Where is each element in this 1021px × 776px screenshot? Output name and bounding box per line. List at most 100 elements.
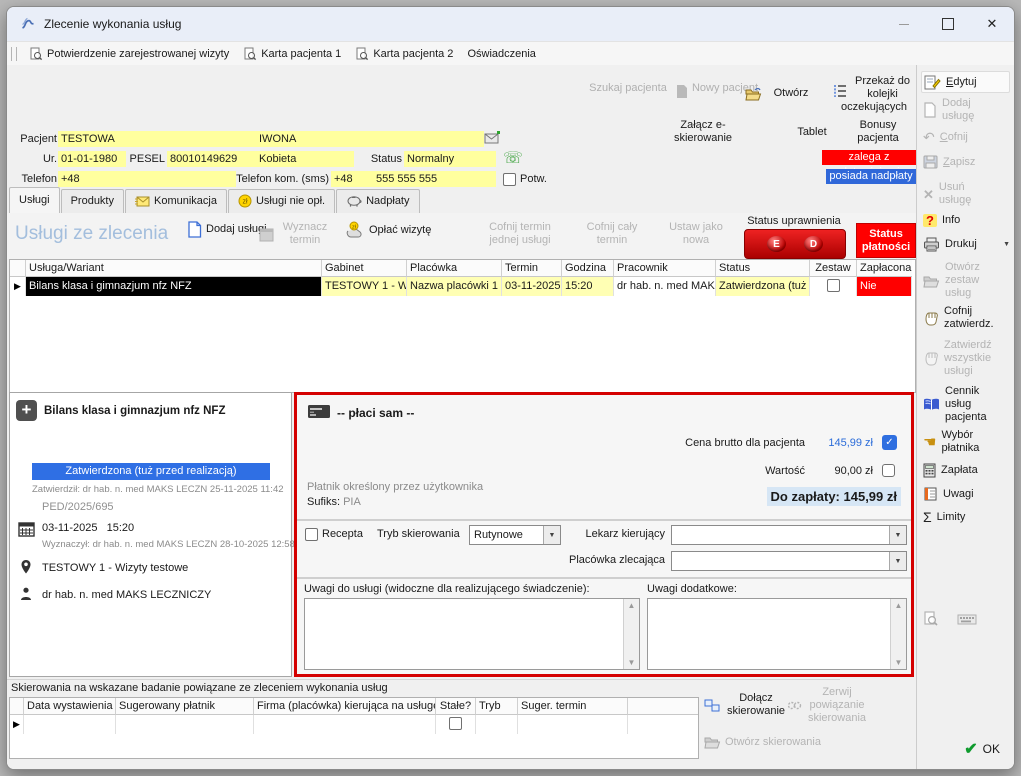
tab-produkty[interactable]: Produkty xyxy=(61,189,124,213)
referral-mode-select[interactable]: Rutynowe▼ xyxy=(469,525,561,545)
sidebar-item-wybor-platnika[interactable]: ☚ Wybór płatnika xyxy=(923,429,1010,455)
first-name-field[interactable]: IWONA xyxy=(256,131,484,147)
mobile-field[interactable]: 555 555 555 xyxy=(373,171,496,187)
set-as-new-button[interactable]: Ustaw jako nowa xyxy=(659,221,733,247)
ordering-facility-select[interactable]: ▼ xyxy=(671,551,907,571)
minimize-button[interactable] xyxy=(882,7,926,41)
cell-termin[interactable]: 03-11-2025 xyxy=(502,277,562,296)
dropdown-arrow-icon[interactable]: ▼ xyxy=(1003,238,1010,251)
search-patient-button[interactable]: Szukaj pacjenta xyxy=(589,82,667,95)
attach-ereferral-button[interactable]: Załącz e-skierowanie xyxy=(653,119,753,145)
open-referrals-button[interactable]: Otwórz skierowania xyxy=(704,735,821,749)
phone-icon[interactable]: ☏ xyxy=(503,151,523,167)
sidebar-item-otworz-zestaw-uslug[interactable]: Otwórz zestaw usług xyxy=(923,261,1010,300)
tab-komunikacja[interactable]: Komunikacja xyxy=(125,189,227,213)
menu-oswiadczenia[interactable]: Oświadczenia xyxy=(460,42,542,65)
dropdown-arrow-icon[interactable]: ▼ xyxy=(543,526,560,544)
set-appointment-button[interactable]: Wyznacz termin xyxy=(259,221,331,247)
scrollbar[interactable]: ▲▼ xyxy=(890,599,906,669)
phone-field[interactable] xyxy=(100,171,236,187)
header-stale[interactable]: Stałe? xyxy=(436,698,476,715)
payment-arrears-badge[interactable]: zalega z płatnościami xyxy=(822,150,916,165)
sidebar-item-zatwierdz-wszystkie[interactable]: Zatwierdź wszystkie usługi xyxy=(923,339,1010,378)
attach-referral-button[interactable]: Dołącz skierowanie xyxy=(704,692,788,718)
sidebar-item-zaplata[interactable]: Zapłata xyxy=(923,463,1010,478)
header-zaplacona[interactable]: Zapłacona xyxy=(857,260,912,277)
sidebar-item-limity[interactable]: Σ Limity xyxy=(923,511,1010,524)
expand-plus-icon[interactable]: + xyxy=(16,400,37,421)
cell-placowka[interactable]: Nazwa placówki 1 xyxy=(407,277,502,296)
break-referral-link-button[interactable]: Zerwij powiązanie skierowania xyxy=(787,686,868,725)
tablet-button[interactable]: Tablet xyxy=(787,126,837,139)
sidebar-item-edytuj[interactable]: Edytuj xyxy=(921,71,1010,93)
header-zestaw[interactable]: Zestaw xyxy=(810,260,857,277)
stale-checkbox[interactable] xyxy=(449,717,462,730)
undo-whole-appointment-button[interactable]: Cofnij cały termin xyxy=(575,221,649,247)
zestaw-checkbox[interactable] xyxy=(827,279,840,292)
entitlement-e-badge[interactable]: E xyxy=(767,236,786,252)
gross-price-checkbox-checked[interactable]: ✓ xyxy=(882,435,897,450)
phone-prefix-field[interactable]: +48 xyxy=(58,171,102,187)
preview-gray-icon[interactable] xyxy=(923,611,939,627)
additional-notes-textarea[interactable]: ▲▼ xyxy=(647,598,907,670)
patient-bonuses-button[interactable]: Bonusy pacjenta xyxy=(845,119,911,145)
sidebar-item-zapisz[interactable]: Zapisz xyxy=(923,155,1010,169)
referring-doctor-select[interactable]: ▼ xyxy=(671,525,907,545)
sidebar-item-cofnij-zatwierdz[interactable]: Cofnij zatwierdz. xyxy=(923,305,1010,331)
header-sugerowany-termin[interactable]: Suger. termin xyxy=(518,698,628,715)
sidebar-item-cofnij[interactable]: ↶ Cofnij xyxy=(923,131,1010,144)
undo-single-appointment-button[interactable]: Cofnij termin jednej usługi xyxy=(475,221,565,247)
close-button[interactable]: ✕ xyxy=(970,7,1014,41)
header-pracownik[interactable]: Pracownik xyxy=(614,260,716,277)
header-gabinet[interactable]: Gabinet xyxy=(322,260,407,277)
add-services-button[interactable]: Dodaj usługi xyxy=(187,221,267,238)
potw-checkbox[interactable] xyxy=(503,173,516,186)
header-firma-kierujaca[interactable]: Firma (placówka) kierująca na usługę xyxy=(254,698,436,715)
service-notes-textarea[interactable]: ▲▼ xyxy=(304,598,640,670)
header-data-wystawienia[interactable]: Data wystawienia xyxy=(24,698,116,715)
ok-button[interactable]: ✔ OK xyxy=(964,739,1000,759)
sex-field[interactable]: Kobieta xyxy=(256,151,354,167)
last-name-field[interactable]: TESTOWA xyxy=(58,131,259,147)
menu-karta-pacjenta-1[interactable]: Karta pacjenta 1 xyxy=(236,42,348,65)
sidebar-item-info[interactable]: ? Info xyxy=(923,214,1010,227)
header-godzina[interactable]: Godzina xyxy=(562,260,614,277)
open-patient-button[interactable]: Otwórz xyxy=(745,87,817,101)
menu-karta-pacjenta-2[interactable]: Karta pacjenta 2 xyxy=(348,42,460,65)
header-termin[interactable]: Termin xyxy=(502,260,562,277)
dropdown-arrow-icon[interactable]: ▼ xyxy=(889,552,906,570)
header-usluga[interactable]: Usługa/Wariant xyxy=(26,260,322,277)
entitlement-d-badge[interactable]: D xyxy=(804,236,823,252)
table-row[interactable]: ▶ Bilans klasa i gimnazjum nfz NFZ TESTO… xyxy=(10,277,915,296)
sidebar-item-usun-usluge[interactable]: ✕ Usuń usługę xyxy=(923,181,1010,207)
cell-godzina[interactable]: 15:20 xyxy=(562,277,614,296)
cell-usluga[interactable]: Bilans klasa i gimnazjum nfz NFZ xyxy=(26,277,322,296)
sidebar-item-uwagi[interactable]: Uwagi xyxy=(923,487,1010,501)
header-sugerowany-platnik[interactable]: Sugerowany płatnik xyxy=(116,698,254,715)
cell-pracownik[interactable]: dr hab. n. med MAKS LECZNICZY xyxy=(614,277,716,296)
dropdown-arrow-icon[interactable]: ▼ xyxy=(889,526,906,544)
menu-potwierdzenie-wizyty[interactable]: Potwierdzenie zarejestrowanej wizyty xyxy=(22,42,236,65)
tab-nadplaty[interactable]: Nadpłaty xyxy=(336,189,419,213)
keyboard-gray-icon[interactable] xyxy=(957,613,977,625)
header-tryb[interactable]: Tryb xyxy=(476,698,518,715)
maximize-button[interactable] xyxy=(926,7,970,41)
header-placowka[interactable]: Placówka xyxy=(407,260,502,277)
sidebar-item-dodaj-usluge[interactable]: Dodaj usługę xyxy=(923,97,1010,123)
scroll-up-icon[interactable]: ▲ xyxy=(628,601,636,610)
value-checkbox[interactable] xyxy=(882,464,895,477)
birth-field[interactable]: 01-01-1980 xyxy=(58,151,126,167)
tab-uslugi[interactable]: Usługi xyxy=(9,187,60,214)
overpayment-badge[interactable]: posiada nadpłaty xyxy=(826,169,916,184)
scroll-down-icon[interactable]: ▼ xyxy=(895,658,903,667)
cell-status[interactable]: Zatwierdzona (tuż przed realizacją) xyxy=(716,277,810,296)
queue-transfer-button[interactable]: Przekaż do kolejki oczekujących xyxy=(833,75,915,114)
payment-status-button[interactable]: Status płatności xyxy=(856,223,916,258)
send-message-icon[interactable] xyxy=(484,130,501,146)
cell-zaplacona[interactable]: Nie xyxy=(857,277,912,296)
scroll-up-icon[interactable]: ▲ xyxy=(895,601,903,610)
tab-uslugi-nie-oplacone[interactable]: zł Usługi nie opł. xyxy=(228,189,335,213)
cell-stale[interactable] xyxy=(436,715,476,734)
referrals-empty-row[interactable]: ▶ xyxy=(10,715,698,734)
pesel-field[interactable]: 80010149629 xyxy=(167,151,259,167)
